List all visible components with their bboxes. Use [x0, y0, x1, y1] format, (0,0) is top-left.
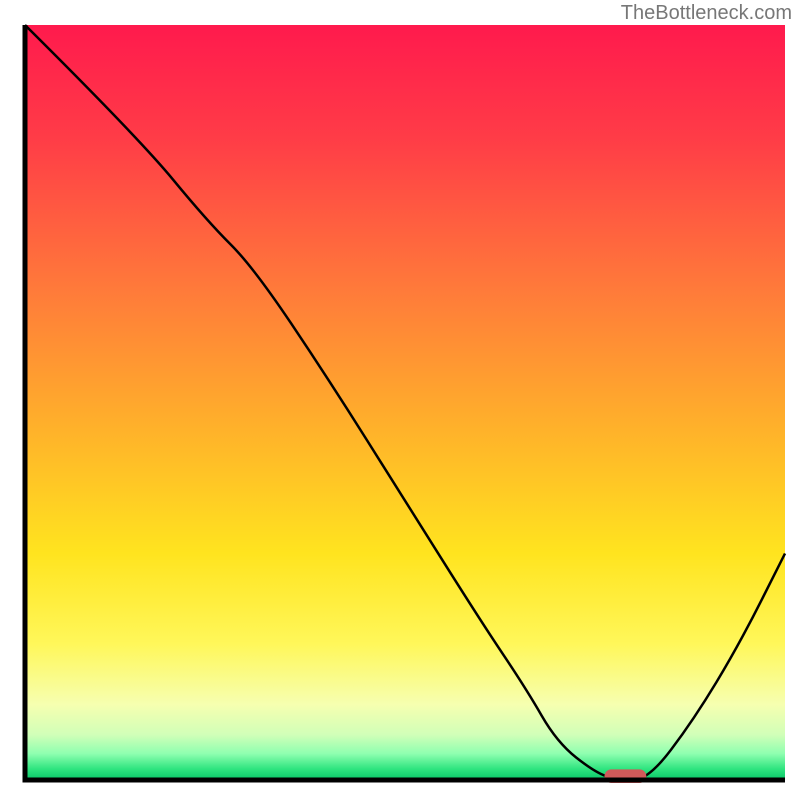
watermark-text: TheBottleneck.com — [621, 2, 792, 25]
plot-background — [25, 25, 785, 780]
chart-container: TheBottleneck.com — [0, 0, 800, 800]
bottleneck-chart — [0, 0, 800, 800]
